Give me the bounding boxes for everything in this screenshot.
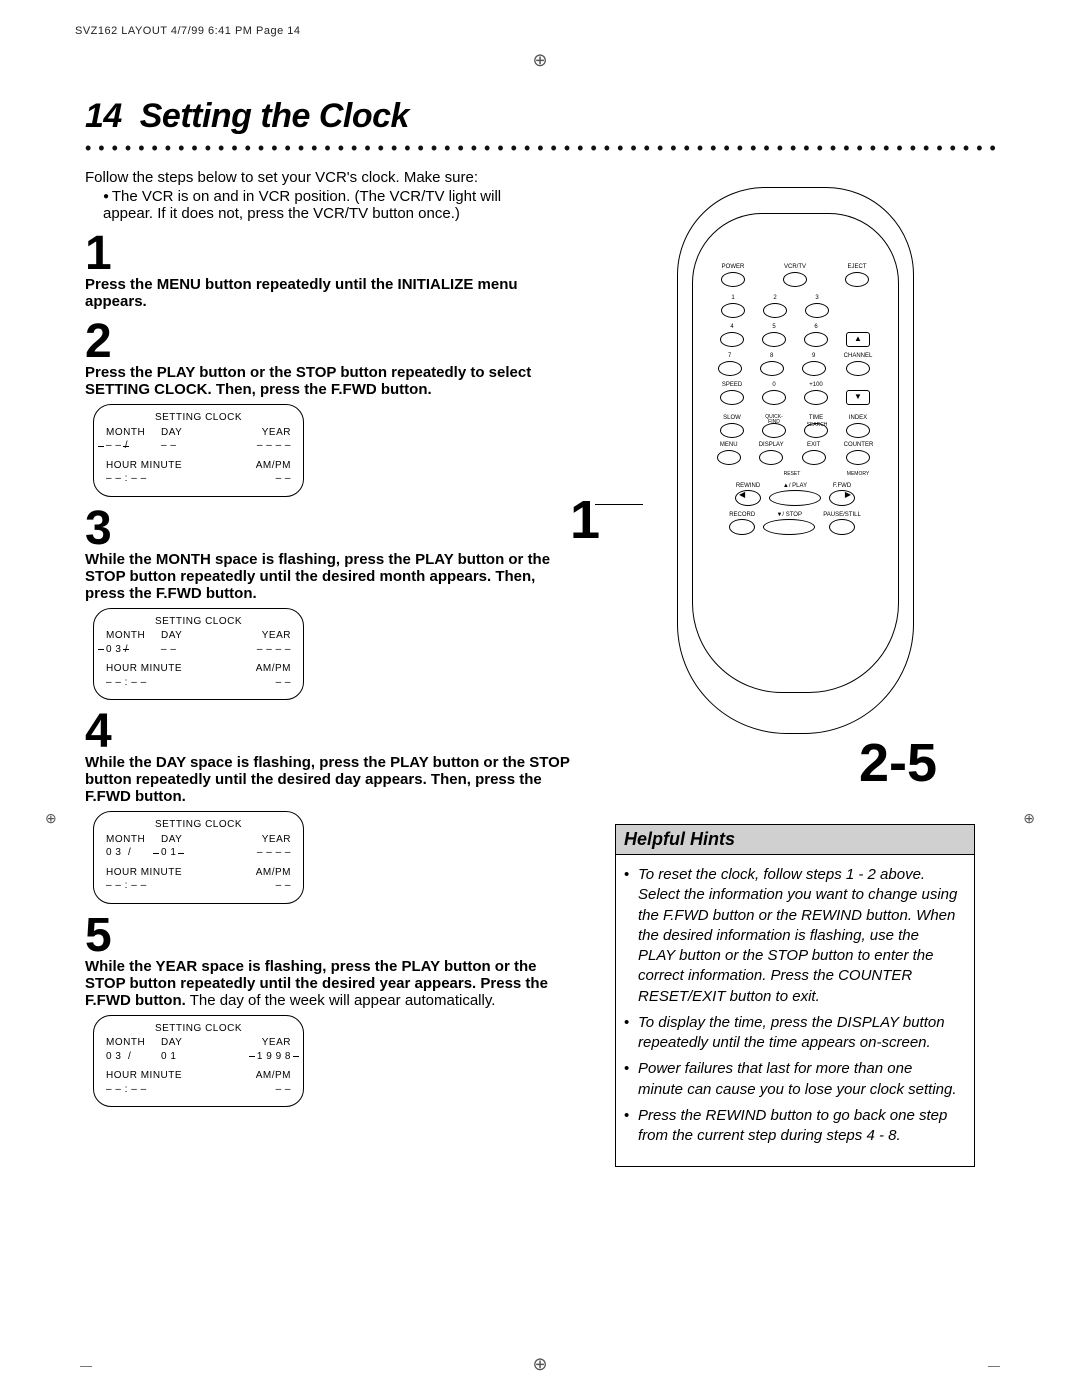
power-button-icon: [721, 272, 745, 287]
rewind-button-icon: ◀: [735, 490, 761, 506]
page-title-text: Setting the Clock: [140, 97, 409, 135]
step-3: 3 While the MONTH space is flashing, pre…: [85, 505, 575, 701]
record-button-icon: [729, 519, 755, 535]
step-text: While the MONTH space is flashing, press…: [85, 551, 575, 602]
hints-header: Helpful Hints: [616, 825, 974, 855]
step-text: While the DAY space is flashing, press t…: [85, 754, 575, 805]
keypad-button-icon: [718, 361, 742, 376]
osd-header-hourmin: HOUR MINUTE: [106, 459, 211, 473]
index-button-icon: [846, 423, 870, 438]
intro-bullet-cont: appear. If it does not, press the VCR/TV…: [85, 205, 575, 222]
step-text: Press the PLAY button or the STOP button…: [85, 364, 575, 398]
channel-button-icon: [846, 361, 870, 376]
step-1: 1 Press the MENU button repeatedly until…: [85, 230, 575, 310]
intro-text: Follow the steps below to set your VCR's…: [85, 169, 575, 186]
pause-button-icon: [829, 519, 855, 535]
exit-button-icon: [802, 450, 826, 465]
step-number: 2: [85, 318, 575, 366]
osd-day-val: – –: [161, 439, 211, 453]
display-button-icon: [759, 450, 783, 465]
keypad-button-icon: [762, 390, 786, 405]
intro-bullet: The VCR is on and in VCR position. (The …: [91, 188, 575, 205]
osd-header-day: DAY: [161, 426, 211, 440]
crop-mark-icon: ⊕: [532, 50, 547, 71]
step-number: 1: [85, 230, 575, 278]
osd-display: SETTING CLOCK MONTH DAY YEAR 0 3 / – – –…: [93, 608, 304, 701]
keypad-button-icon: [720, 332, 744, 347]
hint-item: Press the REWIND button to go back one s…: [638, 1106, 958, 1147]
osd-ampm-val: – –: [211, 472, 291, 486]
step-text: While the YEAR space is flashing, press …: [85, 958, 575, 1009]
crop-mark-icon: [80, 1366, 92, 1367]
steps-column: Follow the steps below to set your VCR's…: [85, 169, 575, 1167]
vcrtv-button-icon: [783, 272, 807, 287]
osd-header-year: YEAR: [211, 426, 291, 440]
keypad-button-icon: [762, 332, 786, 347]
counter-button-icon: [846, 450, 870, 465]
keypad-button-icon: [805, 303, 829, 318]
callout-1: 1: [570, 489, 600, 551]
osd-month-val: – –: [106, 439, 121, 453]
hint-item: To reset the clock, follow steps 1 - 2 a…: [638, 865, 958, 1007]
remote-figure: 1 POWER VCR/TV EJECT 1 2: [615, 187, 975, 734]
manual-page: SVZ162 LAYOUT 4/7/99 6:41 PM Page 14 ⊕ 1…: [0, 0, 1080, 1397]
step-4: 4 While the DAY space is flashing, press…: [85, 708, 575, 904]
channel-down-icon: ▼: [846, 390, 870, 405]
keypad-button-icon: [804, 332, 828, 347]
osd-time-val: – – : – –: [106, 472, 211, 486]
step-2: 2 Press the PLAY button or the STOP butt…: [85, 318, 575, 497]
leader-line-icon: [595, 504, 643, 505]
crop-mark-icon: ⊕: [532, 1354, 547, 1375]
remote-inner: POWER VCR/TV EJECT 1 2 3 4: [692, 213, 899, 693]
osd-display: SETTING CLOCK MONTH DAY YEAR – – / – – –…: [93, 404, 304, 497]
slow-button-icon: [720, 423, 744, 438]
menu-button-icon: [717, 450, 741, 465]
dotted-rule: ••••••••••••••••••••••••••••••••••••••••…: [85, 138, 995, 159]
keypad-button-icon: [763, 303, 787, 318]
ffwd-button-icon: ▶: [829, 490, 855, 506]
osd-display: SETTING CLOCK MONTH DAY YEAR 0 3 / 0 1 –…: [93, 811, 304, 904]
osd-title: SETTING CLOCK: [106, 411, 291, 425]
figure-column: 1 POWER VCR/TV EJECT 1 2: [615, 169, 975, 1167]
play-button-icon: [769, 490, 821, 506]
keypad-button-icon: [721, 303, 745, 318]
crop-mark-icon: ⊕: [1023, 810, 1035, 827]
crop-mark-icon: ⊕: [45, 810, 57, 827]
osd-header-ampm: AM/PM: [211, 459, 291, 473]
crop-mark-icon: [988, 1366, 1000, 1367]
stop-button-icon: [763, 519, 815, 535]
eject-button-icon: [845, 272, 869, 287]
hint-item: Power failures that last for more than o…: [638, 1059, 958, 1100]
osd-display: SETTING CLOCK MONTH DAY YEAR 0 3 / 0 1 1…: [93, 1015, 304, 1108]
step-number: 3: [85, 505, 575, 553]
step-number: 4: [85, 708, 575, 756]
plus100-button-icon: [804, 390, 828, 405]
page-title: 14 Setting the Clock: [85, 97, 995, 136]
helpful-hints-box: Helpful Hints To reset the clock, follow…: [615, 824, 975, 1167]
keypad-button-icon: [802, 361, 826, 376]
hints-body: To reset the clock, follow steps 1 - 2 a…: [616, 855, 974, 1166]
step-text: Press the MENU button repeatedly until t…: [85, 276, 575, 310]
osd-header-month: MONTH: [106, 426, 161, 440]
keypad-button-icon: [760, 361, 784, 376]
quickfind-button-icon: [762, 423, 786, 438]
speed-button-icon: [720, 390, 744, 405]
osd-year-val: – – – –: [211, 439, 291, 453]
remote-outline: POWER VCR/TV EJECT 1 2 3 4: [677, 187, 914, 734]
channel-up-icon: ▲: [846, 332, 870, 347]
step-5: 5 While the YEAR space is flashing, pres…: [85, 912, 575, 1108]
callout-2-5: 2-5: [859, 732, 937, 794]
print-slugline: SVZ162 LAYOUT 4/7/99 6:41 PM Page 14: [75, 25, 995, 37]
page-number: 14: [85, 97, 122, 135]
hint-item: To display the time, press the DISPLAY b…: [638, 1013, 958, 1054]
step-number: 5: [85, 912, 575, 960]
